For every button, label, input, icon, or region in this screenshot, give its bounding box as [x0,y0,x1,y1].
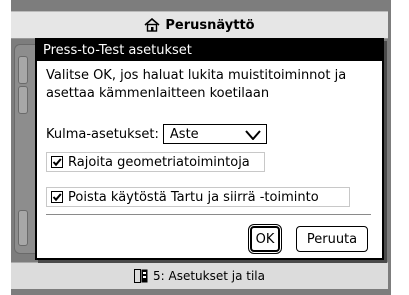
angle-settings-row: Kulma-asetukset: Aste [46,124,267,144]
checkbox-label: Rajoita geometriatoimintoja [68,154,250,170]
angle-settings-label: Kulma-asetukset: [46,126,159,142]
cancel-button[interactable]: Peruuta [296,226,368,252]
restrict-geometry-checkbox[interactable]: Rajoita geometriatoimintoja [46,152,265,172]
page-icon [134,269,148,283]
angle-settings-value: Aste [169,127,199,142]
home-menu-item [18,56,28,84]
home-menu-item [18,210,28,246]
chevron-down-icon [245,130,261,140]
angle-settings-select[interactable]: Aste [162,124,267,144]
status-bar: 5: Asetukset ja tila [11,262,388,289]
checkbox-checked-icon [51,191,63,203]
home-menu-item [18,86,28,114]
status-text: 5: Asetukset ja tila [153,269,265,283]
home-title-bar: Perusnäyttö [11,11,388,39]
ok-button[interactable]: OK [248,224,282,254]
dialog-title: Press-to-Test asetukset [37,40,382,61]
disable-grab-move-checkbox[interactable]: Poista käytöstä Tartu ja siirrä -toimint… [46,187,350,207]
checkbox-label: Poista käytöstä Tartu ja siirrä -toimint… [68,189,319,205]
home-icon [144,18,160,32]
checkbox-checked-icon [51,156,63,168]
divider [46,214,371,215]
press-to-test-dialog: Press-to-Test asetukset Valitse OK, jos … [35,38,384,260]
dialog-message: Valitse OK, jos haluat lukita muistitoim… [46,68,347,101]
page-title: Perusnäyttö [165,17,255,33]
